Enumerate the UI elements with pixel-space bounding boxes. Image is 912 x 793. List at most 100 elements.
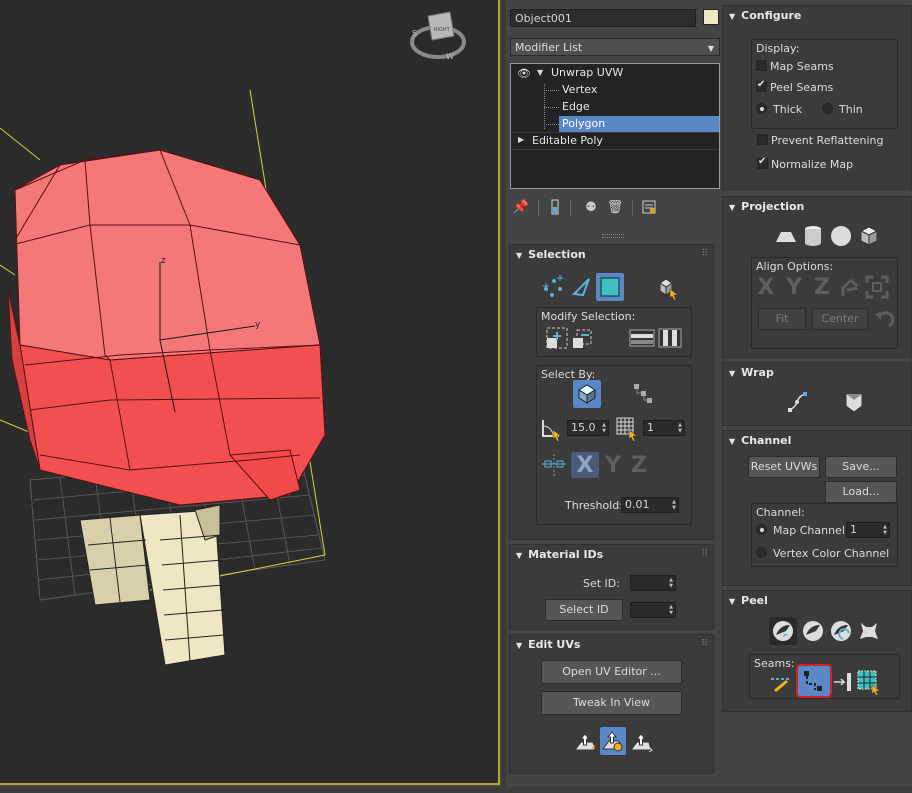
align-y-button[interactable]: Y [782,274,806,300]
select-ring-icon[interactable] [657,326,683,350]
object-name-field[interactable]: Object001 [510,9,696,27]
map-seams-checkbox[interactable]: Map Seams [756,60,834,73]
channel-header[interactable]: ▼ Channel [729,434,791,447]
viewport[interactable]: z y S W RIGHT [0,0,500,785]
thin-radio-dot[interactable] [822,103,833,114]
save-button[interactable]: Save... [825,456,897,478]
show-end-result-icon[interactable] [546,198,564,216]
select-id-button[interactable]: Select ID [545,599,623,621]
point-to-point-seams-icon[interactable] [796,664,832,698]
edges-to-seams-icon[interactable] [832,669,854,695]
mirror-y-button[interactable]: Y [601,452,625,478]
configure-header[interactable]: ▼ Configure [729,9,801,22]
modifier-stack[interactable]: 👁 ▼ Unwrap UVW Vertex Edge Polygon ▶ Edi… [510,63,720,189]
vertex-color-radio-dot[interactable] [756,547,767,558]
collapse-arrow-icon[interactable]: ▶ [518,135,524,144]
modifier-list-dropdown[interactable]: Modifier List [510,38,720,56]
map-channel-radio-dot[interactable] [756,524,767,535]
select-element-polygon-icon[interactable] [596,273,624,301]
select-element-vertex-icon[interactable] [540,275,568,299]
rollout-grip[interactable]: ⠿ [701,639,708,649]
thin-radio[interactable]: Thin [822,103,863,116]
selection-rollout-header[interactable]: ▼ Selection [516,248,586,261]
best-align-icon[interactable] [838,274,862,300]
reshape-elements-icon[interactable] [628,729,654,755]
cylindrical-map-icon[interactable] [801,223,825,249]
rollout-grip[interactable]: ⠿ [701,549,708,559]
view-align-icon[interactable] [864,274,890,300]
stack-item-unwrap[interactable]: Unwrap UVW [551,65,623,81]
peel-mode-icon[interactable] [799,617,827,645]
select-element-mode-icon[interactable] [654,275,682,301]
grid-spinner[interactable]: 1 [643,420,685,436]
map-channel-spinner[interactable]: 1 [846,522,890,538]
grow-selection-icon[interactable] [545,326,569,350]
reset-uvws-button[interactable]: Reset UVWs [748,456,820,478]
expand-arrow-icon[interactable]: ▼ [537,68,543,77]
edit-uvs-header[interactable]: ▼ Edit UVs [516,638,580,651]
pin-stack-icon[interactable]: 📌 [512,198,530,216]
align-z-button[interactable]: Z [810,274,834,300]
mirror-z-button[interactable]: Z [627,452,651,478]
panel-divider[interactable] [502,0,506,793]
map-channel-radio[interactable]: Map Channel: [756,524,849,537]
stack-item-edge[interactable]: Edge [562,99,590,115]
open-uv-editor-button[interactable]: Open UV Editor ... [541,660,682,684]
map-seams-check[interactable] [756,60,767,71]
shrink-selection-icon[interactable] [571,326,595,350]
mirror-select-icon[interactable] [541,452,567,478]
stack-item-vertex[interactable]: Vertex [562,82,597,98]
peel-seams-checkbox[interactable]: Peel Seams [756,79,833,94]
mirror-x-button[interactable]: X [571,452,599,478]
prevent-reflattening-check[interactable] [757,134,768,145]
select-element-edge-icon[interactable] [570,275,594,299]
normalize-map-check[interactable] [757,156,768,169]
align-x-button[interactable]: X [754,274,778,300]
spherical-map-icon[interactable] [829,223,853,249]
panel-resize-grip[interactable] [602,234,624,238]
rollout-grip[interactable]: ⠿ [701,249,708,259]
make-unique-icon[interactable]: ⚉ [582,198,600,216]
pelt-map-icon[interactable] [827,617,855,645]
planar-map-icon[interactable] [773,225,799,249]
select-by-topology-icon[interactable] [629,380,657,408]
box-map-icon[interactable] [857,223,881,249]
quick-peel-icon[interactable] [769,617,797,645]
set-id-spinner[interactable] [630,575,676,591]
angle-threshold-icon[interactable] [539,416,565,442]
trash-icon[interactable]: 🗑 [606,198,624,216]
configure-sets-icon[interactable] [640,198,658,216]
tweak-in-view-button[interactable]: Tweak In View [541,691,682,715]
eye-icon[interactable]: 👁 [517,67,531,80]
prevent-reflattening-checkbox[interactable]: Prevent Reflattening [757,134,884,147]
thick-radio-dot[interactable] [756,103,767,114]
spline-map-icon[interactable] [785,389,811,415]
stack-item-polygon[interactable]: Polygon [559,116,719,132]
unfold-strip-icon[interactable] [841,389,867,415]
projection-header[interactable]: ▼ Projection [729,200,804,213]
stack-item-editable-poly[interactable]: Editable Poly [532,133,603,149]
peel-header[interactable]: ▼ Peel [729,594,768,607]
material-ids-header[interactable]: ▼ Material IDs [516,548,603,561]
vertex-color-radio[interactable]: Vertex Color Channel [756,547,889,560]
expand-seams-icon[interactable] [856,669,882,695]
peel-seams-check[interactable] [756,79,767,92]
quick-planar-map-icon[interactable] [572,729,598,755]
tweak-uvw-icon[interactable] [600,727,626,755]
fit-button[interactable]: Fit [758,308,806,330]
pelt-icon[interactable] [855,617,883,645]
normalize-map-checkbox[interactable]: Normalize Map [757,156,853,171]
edit-seams-icon[interactable] [768,671,794,695]
object-color-swatch[interactable] [703,9,719,25]
reset-projection-icon[interactable] [872,306,896,332]
select-by-element-icon[interactable] [573,380,601,408]
grid-select-icon[interactable] [615,416,641,442]
wrap-header[interactable]: ▼ Wrap [729,366,774,379]
thick-radio[interactable]: Thick [756,103,802,116]
angle-spinner[interactable]: 15.0 [567,420,609,436]
load-button[interactable]: Load... [825,481,897,503]
select-id-spinner[interactable] [630,602,676,618]
center-button[interactable]: Center [812,308,868,330]
select-loop-icon[interactable] [629,326,655,350]
threshold-spinner[interactable]: 0.01 [621,497,679,513]
